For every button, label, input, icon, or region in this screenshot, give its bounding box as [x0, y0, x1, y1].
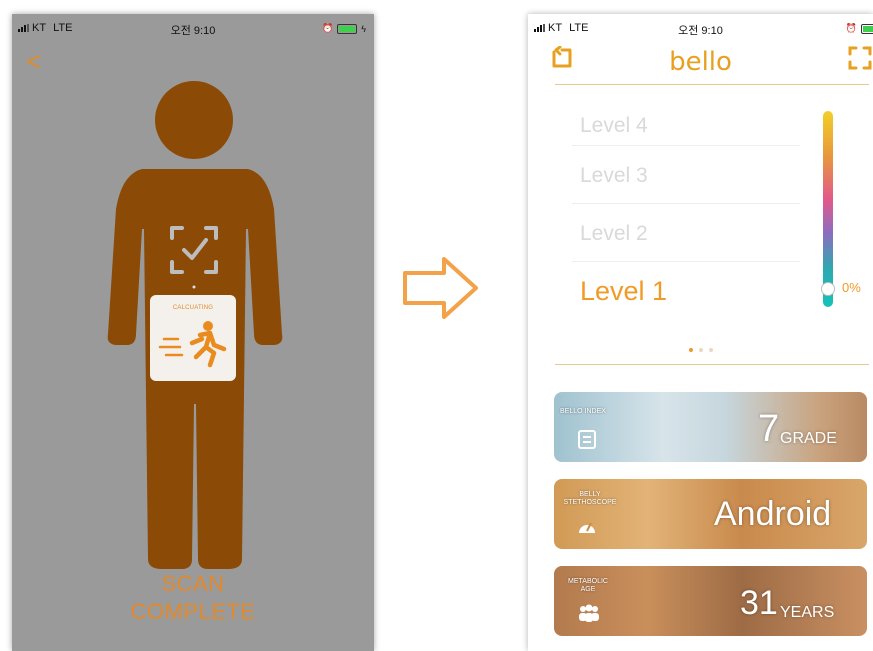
result-screen: KT LTE 오전 9:10 ⏰ bello Level 4 Level 3 L… — [528, 14, 873, 651]
running-icon — [158, 321, 227, 368]
clipboard-icon — [578, 430, 596, 449]
level-1-active: Level 1 — [580, 276, 668, 306]
card-value: 31 — [740, 584, 778, 622]
page-indicator[interactable] — [528, 339, 873, 357]
level-3: Level 3 — [580, 164, 648, 187]
card-label: BELLO INDEX — [560, 408, 606, 415]
header-divider — [555, 84, 869, 85]
gauge-percent: 0% — [842, 280, 861, 295]
metabolic-age-card[interactable]: METABOLIC AGE 31 YEARS — [554, 566, 867, 636]
people-icon — [579, 604, 599, 622]
alarm-icon: ⏰ — [845, 23, 857, 33]
fullscreen-icon[interactable] — [848, 46, 872, 70]
belly-stethoscope-card[interactable]: BELLY STETHOSCOPE Android — [554, 479, 867, 549]
level-2: Level 2 — [580, 222, 648, 245]
card-unit: YEARS — [780, 604, 835, 621]
card-value: Android — [714, 495, 832, 533]
bello-index-card[interactable]: BELLO INDEX 7 GRADE — [554, 392, 867, 462]
status-time: 오전 9:10 — [678, 25, 723, 37]
arrow-right-icon — [403, 257, 478, 319]
calculating-card: CALCUATING — [150, 295, 236, 381]
card-label: METABOLIC AGE — [568, 578, 608, 593]
status-bar: KT LTE 오전 9:10 ⏰ — [528, 14, 873, 42]
level-4: Level 4 — [580, 114, 648, 137]
gauge-knob[interactable] — [821, 282, 835, 296]
scan-screen: KT LTE 오전 9:10 ⏰ ϟ < CALCUATING SCAN COM… — [12, 14, 374, 651]
level-gauge — [823, 111, 833, 307]
gauge-icon — [579, 522, 595, 533]
scan-complete-text: SCAN COMPLETE — [130, 571, 256, 624]
section-divider — [555, 364, 869, 365]
card-value: 7 — [758, 408, 780, 450]
card-unit: GRADE — [780, 430, 837, 447]
card-label: BELLY STETHOSCOPE — [563, 491, 617, 506]
battery-icon — [861, 23, 873, 34]
brand-logo: bello — [669, 47, 732, 77]
